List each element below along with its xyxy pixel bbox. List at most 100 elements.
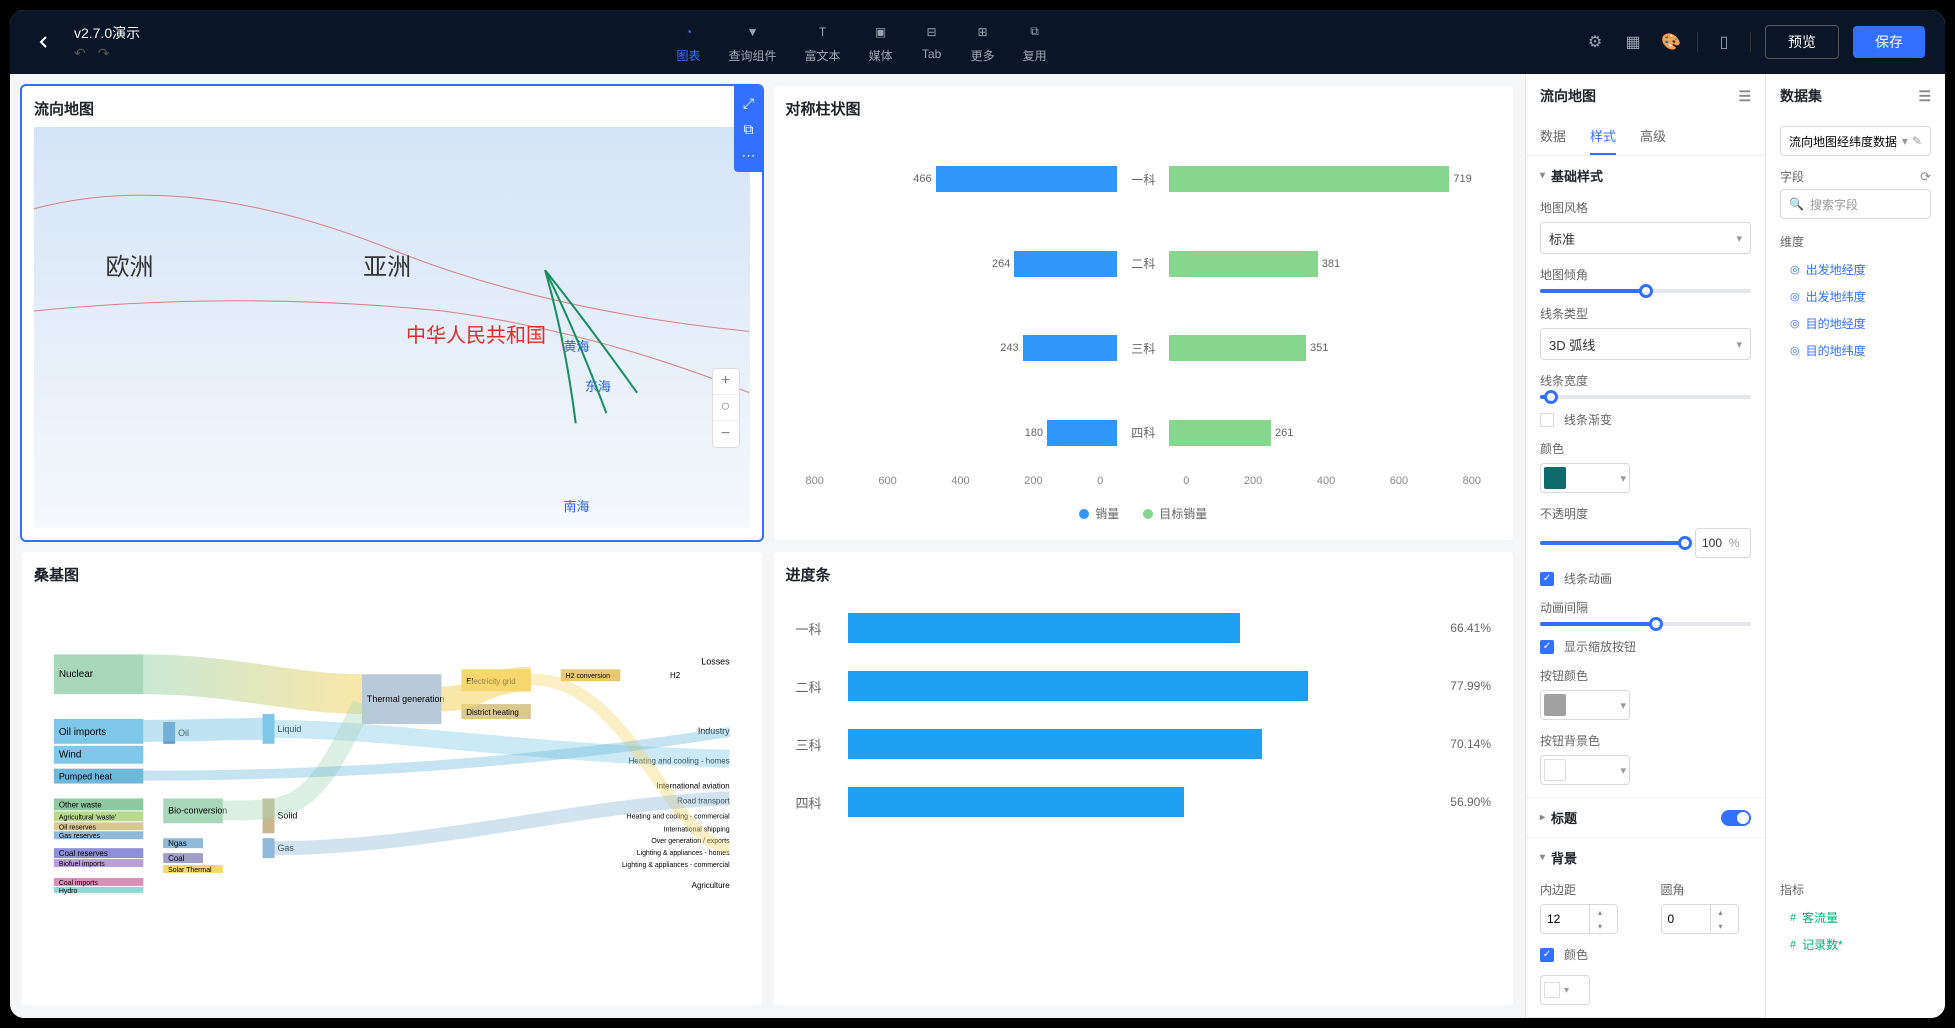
tool-text[interactable]: T富文本 <box>805 21 841 64</box>
tool-more[interactable]: ⊞更多 <box>971 21 995 64</box>
line-width-slider[interactable] <box>1540 395 1751 399</box>
chevron-down-icon: ▾ <box>1736 232 1742 245</box>
bar-row: 466 一科 719 <box>806 161 1482 197</box>
svg-text:Biofuel imports: Biofuel imports <box>59 861 105 868</box>
metric-field[interactable]: #客流量 <box>1766 904 1945 931</box>
redo-button[interactable]: ↷ <box>98 45 110 62</box>
btn-bg-picker[interactable]: ▾ <box>1540 755 1630 785</box>
layers-icon[interactable]: ▦ <box>1621 30 1645 54</box>
bar-rect <box>1014 251 1117 277</box>
stepper-up-icon[interactable]: ▴ <box>1590 905 1610 919</box>
progress-row: 二科 77.99% <box>796 671 1492 701</box>
anim-interval-slider[interactable] <box>1540 622 1751 626</box>
menu-icon[interactable]: ☰ <box>1738 88 1751 105</box>
dataset-select[interactable]: 流向地图经纬度数据 ▾✎ <box>1780 126 1931 156</box>
location-icon: ◎ <box>1790 263 1800 276</box>
field-search[interactable]: 🔍 搜索字段 <box>1780 189 1931 219</box>
tab-data[interactable]: 数据 <box>1540 118 1566 155</box>
theme-icon[interactable]: 🎨 <box>1659 30 1683 54</box>
progress-value: 77.99% <box>1450 679 1491 693</box>
bg-color-picker[interactable]: ▾ <box>1540 975 1590 1005</box>
tool-media[interactable]: ▣媒体 <box>869 21 893 64</box>
hash-icon: # <box>1790 939 1796 951</box>
color-picker[interactable]: ▾ <box>1540 463 1630 493</box>
bar-category: 四科 <box>1123 424 1163 441</box>
panel-flow-map[interactable]: 流向地图 ⤢ ⧉ ⋯ 欧洲 <box>22 86 762 540</box>
props-title: 流向地图 <box>1540 86 1596 106</box>
refresh-icon[interactable]: ⟳ <box>1920 169 1931 185</box>
map-label-asia: 亚洲 <box>363 247 411 282</box>
back-button[interactable] <box>30 28 58 56</box>
tab-style[interactable]: 样式 <box>1590 118 1616 155</box>
section-background[interactable]: ▾背景 <box>1526 838 1765 877</box>
panel-bar-chart[interactable]: 对称柱状图 466 一科 719 264 二科 381 243 三科 351 1… <box>774 86 1514 540</box>
title-toggle[interactable] <box>1721 810 1751 826</box>
chevron-down-icon: ▾ <box>1540 170 1545 181</box>
tab-advanced[interactable]: 高级 <box>1640 118 1666 155</box>
undo-button[interactable]: ↶ <box>74 45 86 62</box>
tab-icon: ⊟ <box>921 21 943 43</box>
stepper-up-icon[interactable]: ▴ <box>1711 905 1731 919</box>
tool-tab[interactable]: ⊟Tab <box>921 21 943 64</box>
expand-icon[interactable]: ⤢ <box>734 90 762 116</box>
show-zoom-checkbox[interactable]: ✓ <box>1540 640 1554 654</box>
stepper-down-icon[interactable]: ▾ <box>1590 919 1610 933</box>
zoom-in-button[interactable]: + <box>713 369 739 395</box>
settings-icon[interactable]: ⚙ <box>1583 30 1607 54</box>
bar-value: 381 <box>1318 258 1344 270</box>
dimension-field[interactable]: ◎目的地经度 <box>1766 310 1945 337</box>
map-style-select[interactable]: 标准▾ <box>1540 222 1751 254</box>
mobile-icon[interactable]: ▯ <box>1712 30 1736 54</box>
chevron-down-icon: ▾ <box>1902 134 1908 148</box>
svg-text:Hydro: Hydro <box>59 888 78 895</box>
map-tilt-slider[interactable] <box>1540 289 1751 293</box>
tool-query[interactable]: ▼查询组件 <box>729 21 777 64</box>
bar-value: 351 <box>1306 342 1332 354</box>
grid-icon: ⊞ <box>972 21 994 43</box>
metric-field[interactable]: #记录数* <box>1766 931 1945 958</box>
zoom-out-button[interactable]: − <box>713 421 739 447</box>
copy-icon[interactable]: ⧉ <box>734 116 762 142</box>
dimension-group-label: 维度 <box>1766 227 1945 256</box>
progress-fill <box>848 787 1184 817</box>
save-button[interactable]: 保存 <box>1853 26 1925 58</box>
line-gradient-checkbox[interactable] <box>1540 413 1554 427</box>
search-icon: 🔍 <box>1789 197 1804 211</box>
opacity-slider[interactable] <box>1540 541 1685 545</box>
dimension-field[interactable]: ◎目的地纬度 <box>1766 337 1945 364</box>
section-title[interactable]: ▸ 标题 <box>1526 798 1765 837</box>
preview-button[interactable]: 预览 <box>1765 25 1839 59</box>
metric-group-label: 指标 <box>1766 875 1945 904</box>
opacity-input[interactable]: 100 % <box>1695 528 1751 558</box>
bar-row: 180 四科 261 <box>806 415 1482 451</box>
zoom-reset-button[interactable]: ○ <box>713 395 739 421</box>
progress-label: 一科 <box>796 619 836 638</box>
line-anim-checkbox[interactable]: ✓ <box>1540 572 1554 586</box>
progress-label: 三科 <box>796 735 836 754</box>
btn-color-picker[interactable]: ▾ <box>1540 690 1630 720</box>
dimension-field[interactable]: ◎出发地经度 <box>1766 256 1945 283</box>
tool-chart[interactable]: ◔图表 <box>677 21 701 64</box>
divider <box>1750 32 1751 52</box>
chevron-right-icon: ▸ <box>1540 812 1545 823</box>
more-icon[interactable]: ⋯ <box>734 142 762 168</box>
tool-reuse[interactable]: ⧉复用 <box>1023 21 1047 64</box>
section-basic-style[interactable]: ▾基础样式 <box>1526 156 1765 195</box>
panel-title: 桑基图 <box>34 564 750 585</box>
stepper-down-icon[interactable]: ▾ <box>1711 919 1731 933</box>
line-type-select[interactable]: 3D 弧线▾ <box>1540 328 1751 360</box>
bg-color-checkbox[interactable]: ✓ <box>1540 948 1554 962</box>
bar-rect <box>936 166 1118 192</box>
menu-icon[interactable]: ☰ <box>1918 88 1931 105</box>
padding-stepper[interactable]: ▴▾ <box>1540 904 1618 934</box>
dimension-field[interactable]: ◎出发地纬度 <box>1766 283 1945 310</box>
edit-icon[interactable]: ✎ <box>1912 134 1922 148</box>
panel-progress[interactable]: 进度条 一科 66.41% 二科 77.99% 三科 70.14% 四科 56.… <box>774 552 1514 1006</box>
bar-rect <box>1169 166 1449 192</box>
panel-sankey[interactable]: 桑基图 Nuclear Oil imports Wind Pumped heat… <box>22 552 762 1006</box>
svg-text:H2 conversion: H2 conversion <box>566 673 610 680</box>
progress-fill <box>848 729 1262 759</box>
legend-dot-icon <box>1079 509 1089 519</box>
radius-stepper[interactable]: ▴▾ <box>1661 904 1739 934</box>
svg-text:Coal: Coal <box>168 854 185 863</box>
